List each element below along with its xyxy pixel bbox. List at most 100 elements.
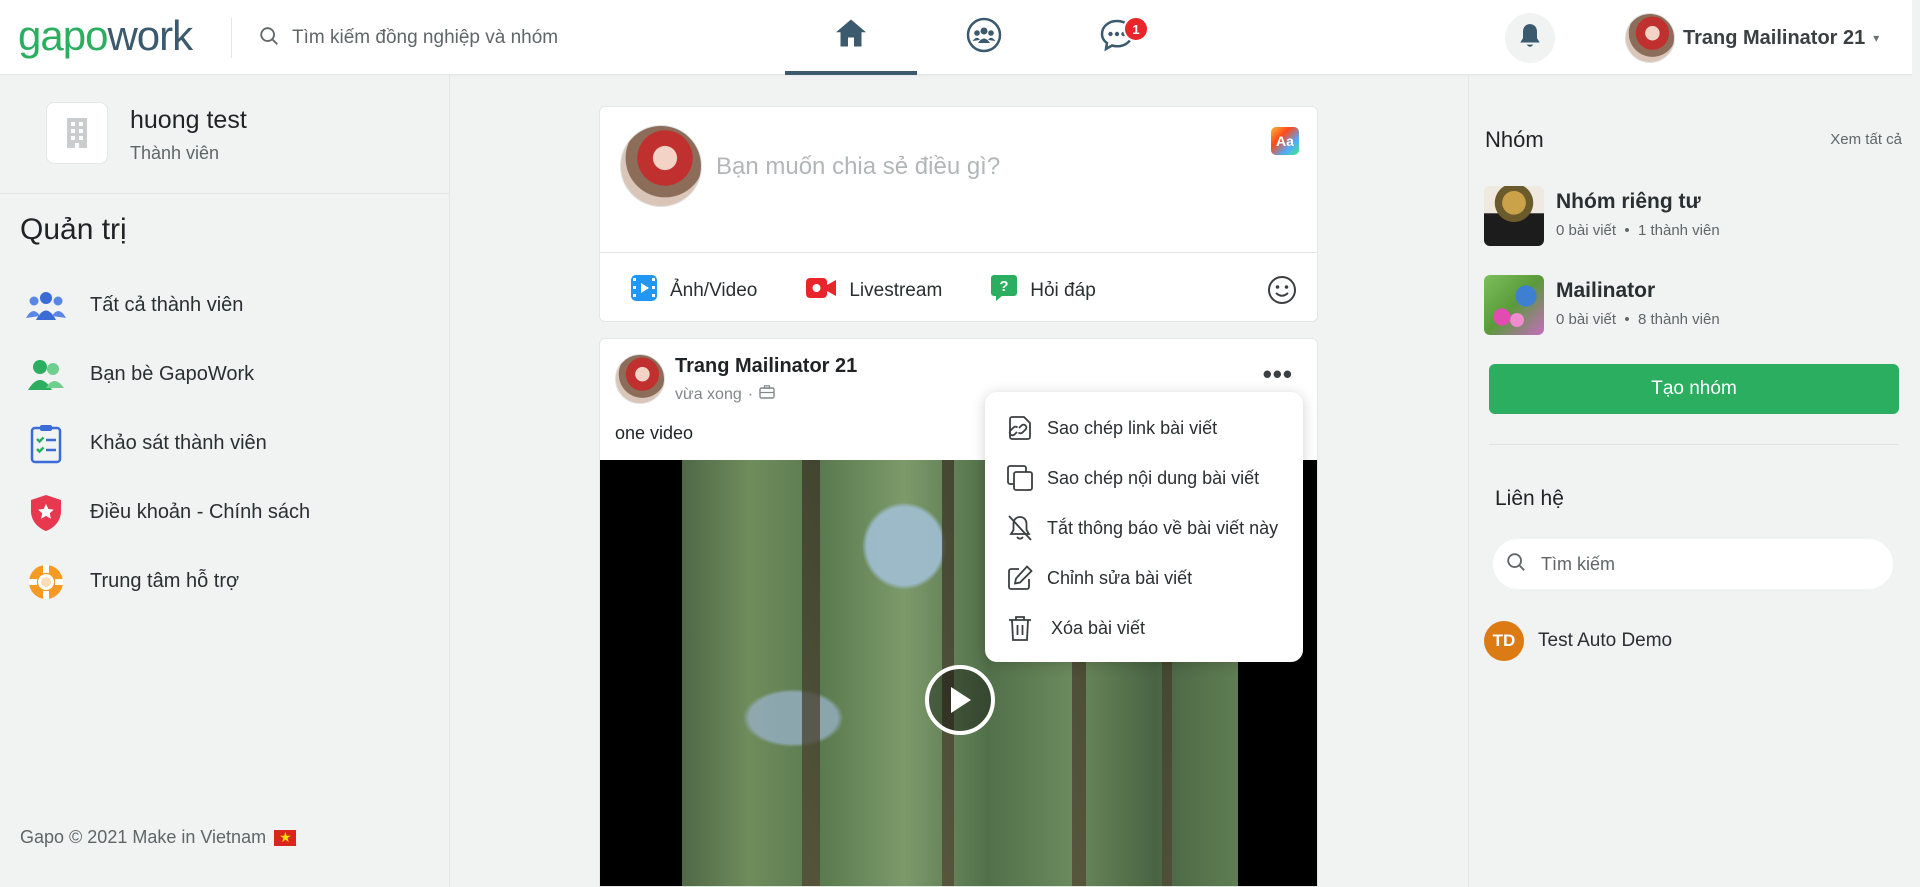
qa-button[interactable]: ? Hỏi đáp: [990, 274, 1096, 308]
edit-icon: [1005, 563, 1035, 593]
sidebar-item-all-members[interactable]: Tất cả thành viên: [24, 271, 310, 340]
bell-off-icon: [1005, 513, 1035, 543]
group-name: Nhóm riêng tư: [1556, 190, 1701, 213]
user-avatar: [1625, 13, 1675, 63]
menu-item-label: Sao chép link bài viết: [1047, 417, 1218, 438]
workspace-info[interactable]: huong test Thành viên: [46, 102, 247, 164]
sidebar-item-friends[interactable]: Bạn bè GapoWork: [24, 340, 310, 409]
menu-item-copy-link[interactable]: Sao chép link bài viết: [985, 403, 1303, 453]
building-icon: [46, 102, 108, 164]
group-item[interactable]: Nhóm riêng tư 0 bài viết • 1 thành viên: [1484, 186, 1720, 246]
contact-search-input[interactable]: Tìm kiếm: [1541, 554, 1615, 575]
menu-item-label: Tắt thông báo về bài viết này: [1047, 517, 1279, 538]
logo-text-work: work: [107, 12, 193, 59]
search-icon: [1505, 551, 1527, 578]
photo-video-icon: [630, 274, 658, 308]
question-icon: ?: [990, 274, 1018, 308]
group-name: Mailinator: [1556, 279, 1656, 302]
contacts-section-title: Liên hệ: [1495, 487, 1564, 510]
menu-item-delete-post[interactable]: Xóa bài viết: [985, 603, 1303, 653]
play-icon[interactable]: [925, 665, 995, 735]
sidebar-item-terms[interactable]: Điều khoản - Chính sách: [24, 478, 310, 547]
sidebar-divider: [0, 193, 449, 194]
composer-divider: [600, 252, 1317, 253]
group-posts-count: 0 bài viết: [1556, 222, 1617, 239]
chevron-down-icon: ▾: [1873, 31, 1880, 45]
survey-icon: [24, 422, 68, 466]
message-count-badge: 1: [1123, 16, 1149, 42]
composer-actions: Ảnh/Video Livestream ? Hỏi đáp: [630, 274, 1096, 308]
contact-item[interactable]: TD Test Auto Demo: [1484, 621, 1672, 661]
emoji-icon[interactable]: [1267, 275, 1297, 310]
groups-icon: [966, 17, 1002, 58]
menu-item-edit-post[interactable]: Chỉnh sửa bài viết: [985, 553, 1303, 603]
meta-separator: ·: [747, 385, 754, 403]
logo-text-gapo: gapo: [18, 12, 108, 59]
post-options-menu: Sao chép link bài viết Sao chép nội dung…: [985, 392, 1303, 662]
admin-menu: Tất cả thành viên Bạn bè GapoWork Khảo s…: [24, 271, 310, 616]
tab-home[interactable]: [785, 0, 917, 75]
group-members-count: 8 thành viên: [1637, 311, 1720, 328]
workspace-name: huong test: [130, 106, 247, 134]
trash-icon: [1005, 613, 1035, 643]
svg-text:?: ?: [1000, 278, 1009, 295]
sidebar-item-help-center[interactable]: Trung tâm hỗ trợ: [24, 547, 310, 616]
post-author-name[interactable]: Trang Mailinator 21: [675, 355, 857, 378]
lifebuoy-icon: [24, 560, 68, 604]
photo-video-label: Ảnh/Video: [670, 280, 758, 301]
post-author-avatar[interactable]: [615, 354, 665, 404]
sidebar-item-label: Điều khoản - Chính sách: [90, 501, 311, 523]
contact-avatar: TD: [1484, 621, 1524, 661]
footer-copyright: Gapo © 2021 Make in Vietnam: [20, 827, 297, 848]
group-thumbnail: [1484, 275, 1544, 335]
global-search[interactable]: Tìm kiếm đồng nghiệp và nhóm: [258, 22, 558, 54]
vietnam-flag-icon: [274, 829, 297, 846]
shield-icon: [24, 491, 68, 535]
user-menu[interactable]: Trang Mailinator 21 ▾: [1625, 12, 1879, 64]
bell-icon: [1517, 22, 1543, 55]
video-camera-icon: [805, 275, 837, 307]
photo-video-button[interactable]: Ảnh/Video: [630, 274, 757, 308]
post-meta: vừa xong ·: [675, 385, 775, 404]
notifications-button[interactable]: [1505, 13, 1555, 63]
sidebar-divider: [1489, 444, 1899, 445]
friends-icon: [24, 353, 68, 397]
post-composer: Bạn muốn chia sẻ điều gì? Aa Ảnh/Video L…: [599, 106, 1318, 322]
group-thumbnail: [1484, 186, 1544, 246]
search-input[interactable]: Tìm kiếm đồng nghiệp và nhóm: [292, 27, 558, 49]
sidebar-item-survey[interactable]: Khảo sát thành viên: [24, 409, 310, 478]
text-style-button[interactable]: Aa: [1271, 127, 1299, 155]
post-content: one video: [615, 423, 694, 443]
composer-input[interactable]: Bạn muốn chia sẻ điều gì?: [716, 153, 1000, 181]
livestream-button[interactable]: Livestream: [805, 274, 942, 308]
menu-item-mute-notifications[interactable]: Tắt thông báo về bài viết này: [985, 503, 1303, 553]
sidebar-item-label: Bạn bè GapoWork: [90, 363, 255, 385]
post-time: vừa xong: [675, 385, 742, 403]
tab-groups[interactable]: [918, 0, 1050, 75]
gapowork-logo[interactable]: gapowork: [18, 12, 193, 60]
groups-section-title: Nhóm: [1485, 127, 1544, 152]
copy-icon: [1005, 463, 1035, 493]
see-all-groups-link[interactable]: Xem tất cả: [1830, 131, 1902, 148]
livestream-label: Livestream: [849, 280, 943, 301]
contact-search-field[interactable]: Tìm kiếm: [1493, 539, 1893, 589]
post-more-options-button[interactable]: •••: [1263, 359, 1293, 390]
right-sidebar: Nhóm Xem tất cả Nhóm riêng tư 0 bài viết…: [1468, 75, 1920, 887]
group-meta: 0 bài viết • 8 thành viên: [1556, 311, 1720, 328]
top-header: gapowork Tìm kiếm đồng nghiệp và nhóm 1 …: [0, 0, 1920, 75]
group-members-count: 1 thành viên: [1637, 222, 1720, 239]
menu-item-copy-content[interactable]: Sao chép nội dung bài viết: [985, 453, 1303, 503]
link-copy-icon: [1005, 413, 1035, 443]
tab-messages[interactable]: 1: [1051, 0, 1183, 75]
workspace-role: Thành viên: [130, 143, 220, 163]
group-item[interactable]: Mailinator 0 bài viết • 8 thành viên: [1484, 275, 1720, 335]
menu-item-label: Chỉnh sửa bài viết: [1047, 567, 1193, 588]
video-detail: [802, 460, 820, 886]
create-group-button[interactable]: Tạo nhóm: [1489, 364, 1899, 414]
sidebar-item-label: Trung tâm hỗ trợ: [90, 570, 240, 592]
people-icon: [24, 284, 68, 328]
contact-name: Test Auto Demo: [1538, 630, 1673, 651]
sidebar-item-label: Tất cả thành viên: [90, 294, 244, 316]
page-scrollbar[interactable]: [1912, 0, 1920, 887]
search-icon: [258, 25, 280, 52]
